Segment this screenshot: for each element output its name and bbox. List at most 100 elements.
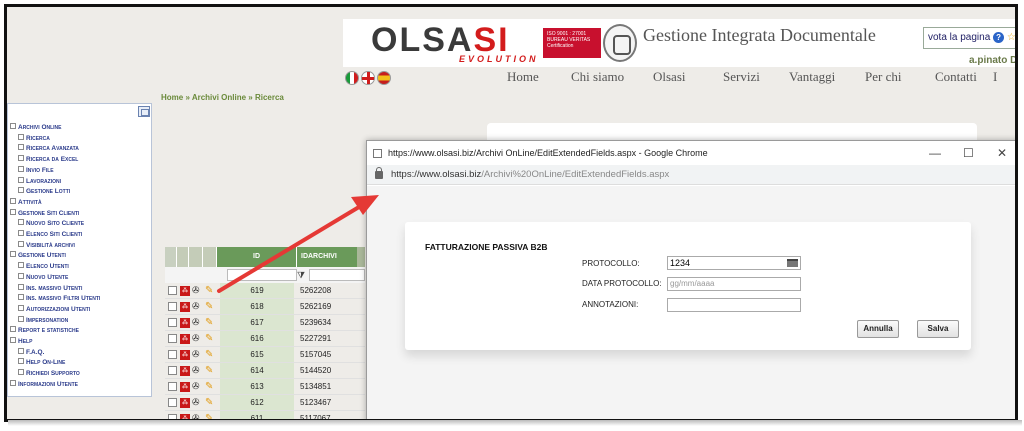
edit-pencil-icon[interactable]: ✎ [205,333,216,344]
pdf-icon[interactable]: ⁂ [180,349,190,360]
row-checkbox[interactable] [168,286,177,295]
edit-pencil-icon[interactable]: ✎ [205,301,216,312]
spain-flag-icon[interactable] [377,71,391,85]
uk-flag-icon[interactable] [361,71,375,85]
sidebar-item[interactable]: Impersonation [10,315,100,327]
minimize-icon[interactable]: — [929,146,941,160]
tree-node-icon[interactable] [10,337,16,344]
pdf-icon[interactable]: ⁂ [180,333,190,344]
nav-vantaggi[interactable]: Vantaggi [789,69,865,85]
pdf-icon[interactable]: ⁂ [180,301,190,312]
row-checkbox[interactable] [168,334,177,343]
tree-node-icon[interactable] [18,155,24,162]
edit-pencil-icon[interactable]: ✎ [205,381,216,392]
sidebar-item[interactable]: Richiedi Supporto [10,369,100,380]
binoculars-icon[interactable]: ✇ [192,381,203,392]
binoculars-icon[interactable]: ✇ [192,317,203,328]
row-checkbox[interactable] [168,318,177,327]
binoculars-icon[interactable]: ✇ [192,285,203,296]
pdf-icon[interactable]: ⁂ [180,365,190,376]
sidebar-item[interactable]: Nuovo Sito Cliente [10,219,100,230]
sidebar-item[interactable]: Visibilità archivi [10,240,100,252]
id-filter-input[interactable] [227,269,297,281]
tree-node-icon[interactable] [18,272,24,279]
sidebar-item[interactable]: Ins. massivo Utenti [10,283,100,295]
sidebar-item[interactable]: Elenco Utenti [10,262,100,273]
nav-per-chi[interactable]: Per chi [865,69,935,85]
salva-button[interactable]: Salva [917,320,959,338]
edit-pencil-icon[interactable]: ✎ [205,285,216,296]
italy-flag-icon[interactable] [345,71,359,85]
nav-home[interactable]: Home [507,69,571,85]
tree-node-icon[interactable] [18,144,24,151]
nav-olsasi[interactable]: Olsasi [653,69,723,85]
row-checkbox[interactable] [168,302,177,311]
row-checkbox[interactable] [168,350,177,359]
binoculars-icon[interactable]: ✇ [192,333,203,344]
sidebar-item[interactable]: Gestione Siti Clienti [10,208,100,220]
tree-node-icon[interactable] [10,123,16,129]
sidebar-item[interactable]: Lavorazioni [10,176,100,188]
maximize-icon[interactable]: ☐ [963,146,974,160]
sidebar-item[interactable]: Ricerca [10,133,100,145]
sidebar-item[interactable]: Attività [10,197,100,209]
pdf-icon[interactable]: ⁂ [180,317,190,328]
nav-overflow[interactable]: I [993,69,999,85]
tree-node-icon[interactable] [18,230,24,237]
row-checkbox[interactable] [168,366,177,375]
sidebar-item[interactable]: Elenco Siti Clienti [10,230,100,241]
rate-page-widget[interactable]: vota la pagina ? ☆☆ [923,27,1015,49]
sidebar-item[interactable]: Ricerca Avanzata [10,144,100,155]
tree-node-icon[interactable] [18,187,24,194]
tree-node-icon[interactable] [18,347,24,354]
tree-node-icon[interactable] [18,283,24,290]
tree-node-icon[interactable] [18,369,24,376]
help-icon[interactable]: ? [993,32,1005,43]
tree-node-icon[interactable] [18,133,24,140]
data-protocollo-input[interactable]: gg/mm/aaaa [667,277,801,291]
tree-node-icon[interactable] [18,240,24,247]
sidebar-item[interactable]: Informazioni Utente [10,379,100,391]
sidebar-item[interactable]: F.A.Q. [10,347,100,359]
annulla-button[interactable]: Annulla [857,320,899,338]
tree-node-icon[interactable] [10,326,16,333]
select-all-checkbox[interactable] [165,247,177,267]
sidebar-item[interactable]: Help [10,337,100,348]
binoculars-icon[interactable]: ✇ [192,397,203,408]
nav-contatti[interactable]: Contatti [935,69,993,85]
sidebar-item[interactable]: Ins. massivo Filtri Utenti [10,294,100,305]
nav-chi-siamo[interactable]: Chi siamo [571,69,653,85]
edit-pencil-icon[interactable]: ✎ [205,365,216,376]
idarchivio-filter-input[interactable] [309,269,365,281]
close-icon[interactable]: ✕ [997,146,1007,160]
pdf-icon[interactable]: ⁂ [180,397,190,408]
sidebar-item[interactable]: Invio File [10,165,100,177]
tree-node-icon[interactable] [10,379,16,386]
binoculars-icon[interactable]: ✇ [192,301,203,312]
tree-node-icon[interactable] [18,294,24,301]
sidebar-item[interactable]: Ricerca da Excel [10,155,100,166]
sidebar-item[interactable]: Gestione Lotti [10,187,100,198]
protocollo-input[interactable]: 1234 [667,256,801,270]
tree-node-icon[interactable] [18,262,24,269]
sidebar-item[interactable]: Archivi Online [10,123,100,134]
tree-node-icon[interactable] [18,358,24,365]
tree-node-icon[interactable] [18,219,24,226]
tree-node-icon[interactable] [10,251,16,258]
nav-servizi[interactable]: Servizi [723,69,789,85]
address-bar[interactable]: https://www.olsasi.biz/Archivi%20OnLine/… [367,165,1015,185]
tree-node-icon[interactable] [18,304,24,311]
pdf-icon[interactable]: ⁂ [180,381,190,392]
column-header-idarchivio[interactable]: IDARCHIVI [297,247,357,267]
calendar-icon[interactable] [787,259,798,267]
tree-node-icon[interactable] [18,315,24,322]
sidebar-item[interactable]: Gestione Utenti [10,251,100,262]
edit-pencil-icon[interactable]: ✎ [205,317,216,328]
annotazioni-input[interactable] [667,298,801,312]
filter-icon[interactable]: ⧩ [297,267,307,283]
binoculars-icon[interactable]: ✇ [192,365,203,376]
collapse-sidebar-icon[interactable] [138,106,150,117]
tree-node-icon[interactable] [10,208,16,215]
star-rating-icon[interactable]: ☆☆ [1007,32,1015,43]
breadcrumb[interactable]: Home » Archivi Online » Ricerca [161,93,284,102]
